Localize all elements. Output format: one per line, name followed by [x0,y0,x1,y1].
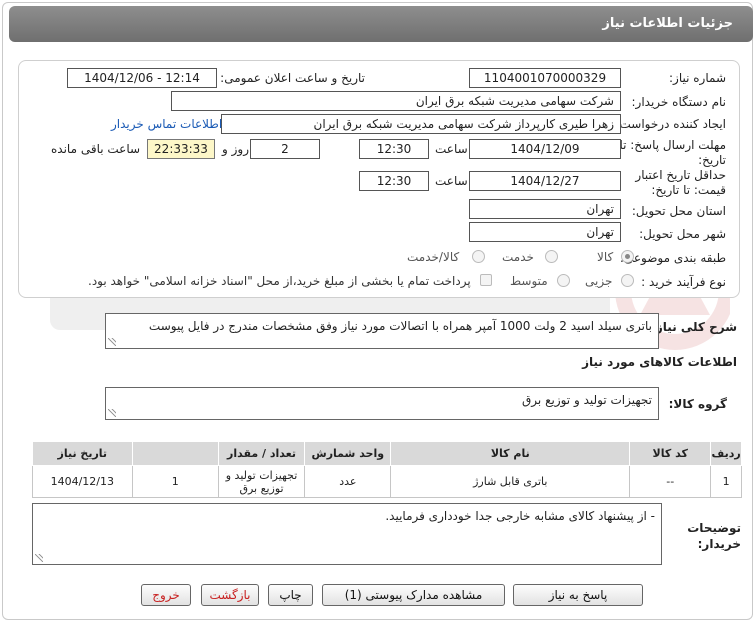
col-extra [131,441,219,466]
col-qty: تعداد / مقدار [217,441,306,466]
goods-section-title: اطلاعات کالاهای مورد نیاز [582,355,737,369]
validity-label-date: قیمت: تا تاریخ: [651,183,726,197]
reply-button[interactable]: پاسخ به نیاز [513,584,643,606]
days-label: روز و [222,142,249,156]
print-button[interactable]: چاپ [268,584,313,606]
category-both-label: کالا/خدمت [407,250,460,264]
category-service-radio[interactable] [545,250,558,263]
days-field: 2 [250,139,320,159]
treasury-payment-note: پرداخت تمام یا بخشی از مبلغ خرید،از محل … [88,274,471,288]
back-button[interactable]: بازگشت [201,584,259,606]
buyer-notes-label-2: خریدار: [697,537,741,551]
need-number-field: 1104001070000329 [469,68,621,88]
deadline-date-field: 1404/12/09 [469,139,621,159]
title-bar: جزئیات اطلاعات نیاز [9,6,753,42]
category-service-label: خدمت [502,250,534,264]
cell-code: -- [629,465,712,498]
goods-table: ردیف کد کالا نام کالا واحد شمارش تعداد /… [32,441,742,498]
summary-text: باتری سیلد اسید 2 ولت 1000 آمپر همراه با… [148,319,652,333]
creator-field: زهرا طیری کارپرداز شرکت سهامی مدیریت شبک… [221,114,621,134]
category-goods-label: کالا [597,250,614,264]
process-label: نوع فرآیند خرید : [641,275,726,289]
buyer-notes-text: - از پیشنهاد کالای مشابه خارجی جدا خوددا… [385,509,655,523]
goods-group-label: گروه کالا: [668,397,727,411]
buyer-notes-label: توضیحات [687,521,741,535]
cell-unit: عدد [304,465,392,498]
buyer-contact-link[interactable]: اطلاعات تماس خریدار [111,117,222,131]
validity-date-field: 1404/12/27 [469,171,621,191]
validity-label: حداقل تاریخ اعتبار [635,168,726,182]
creator-label: ایجاد کننده درخواست: [615,117,726,131]
category-both-radio[interactable] [472,250,485,263]
goods-group-textarea[interactable]: تجهیزات تولید و توزیع برق [105,387,659,420]
cell-extra: تجهیزات تولید و توزیع برق [217,465,306,498]
resize-grip-icon[interactable] [108,338,116,346]
province-label: استان محل تحویل: [631,204,726,218]
view-attachments-button[interactable]: مشاهده مدارک پیوستی (1) [322,584,505,606]
announce-field: 1404/12/06 - 12:14 [67,68,217,88]
col-row: ردیف [710,441,742,466]
process-medium-label: متوسط [510,274,548,288]
goods-group-text: تجهیزات تولید و توزیع برق [522,393,652,407]
announce-label: تاریخ و ساعت اعلان عمومی: [220,71,365,85]
exit-button[interactable]: خروج [141,584,191,606]
category-label: طبقه بندی موضوعی: [619,251,726,265]
city-field: تهران [469,222,621,242]
remaining-label: ساعت باقی مانده [51,142,141,156]
deadline-label-date: تاریخ: [698,153,726,167]
resize-grip-icon[interactable] [35,554,43,562]
buyer-org-field: شرکت سهامی مدیریت شبکه برق ایران [171,91,621,111]
col-code: کد کالا [629,441,712,466]
deadline-time-field: 12:30 [359,139,429,159]
process-minor-radio[interactable] [621,274,634,287]
category-goods-radio[interactable] [621,250,634,263]
province-field: تهران [469,199,621,219]
treasury-payment-checkbox[interactable] [480,274,492,286]
deadline-label: مهلت ارسال پاسخ: تا [619,138,726,152]
cell-row: 1 [710,465,742,498]
col-unit: واحد شمارش [304,441,392,466]
cell-name: باتری قابل شارژ [390,465,631,498]
validity-time-label: ساعت [435,174,468,188]
col-date: تاریخ نیاز [32,441,133,466]
deadline-time-label: ساعت [435,142,468,156]
cell-date: 1404/12/13 [32,465,133,498]
table-row[interactable]: 1 -- باتری قابل شارژ عدد تجهیزات تولید و… [32,465,742,498]
city-label: شهر محل تحویل: [639,227,726,241]
need-number-label: شماره نیاز: [669,71,726,85]
process-medium-radio[interactable] [557,274,570,287]
col-name: نام کالا [390,441,631,466]
page-title: جزئیات اطلاعات نیاز [602,16,733,31]
summary-label: شرح کلی نیاز: [651,320,737,334]
process-minor-label: جزیی [585,274,613,288]
buyer-org-label: نام دستگاه خریدار: [631,95,727,109]
cell-qty: 1 [131,465,219,498]
summary-textarea[interactable]: باتری سیلد اسید 2 ولت 1000 آمپر همراه با… [105,313,659,349]
buyer-notes-textarea[interactable]: - از پیشنهاد کالای مشابه خارجی جدا خوددا… [32,503,662,565]
table-header-row: ردیف کد کالا نام کالا واحد شمارش تعداد /… [32,441,742,466]
resize-grip-icon[interactable] [108,409,116,417]
validity-time-field: 12:30 [359,171,429,191]
remaining-time-field: 22:33:33 [147,139,215,159]
